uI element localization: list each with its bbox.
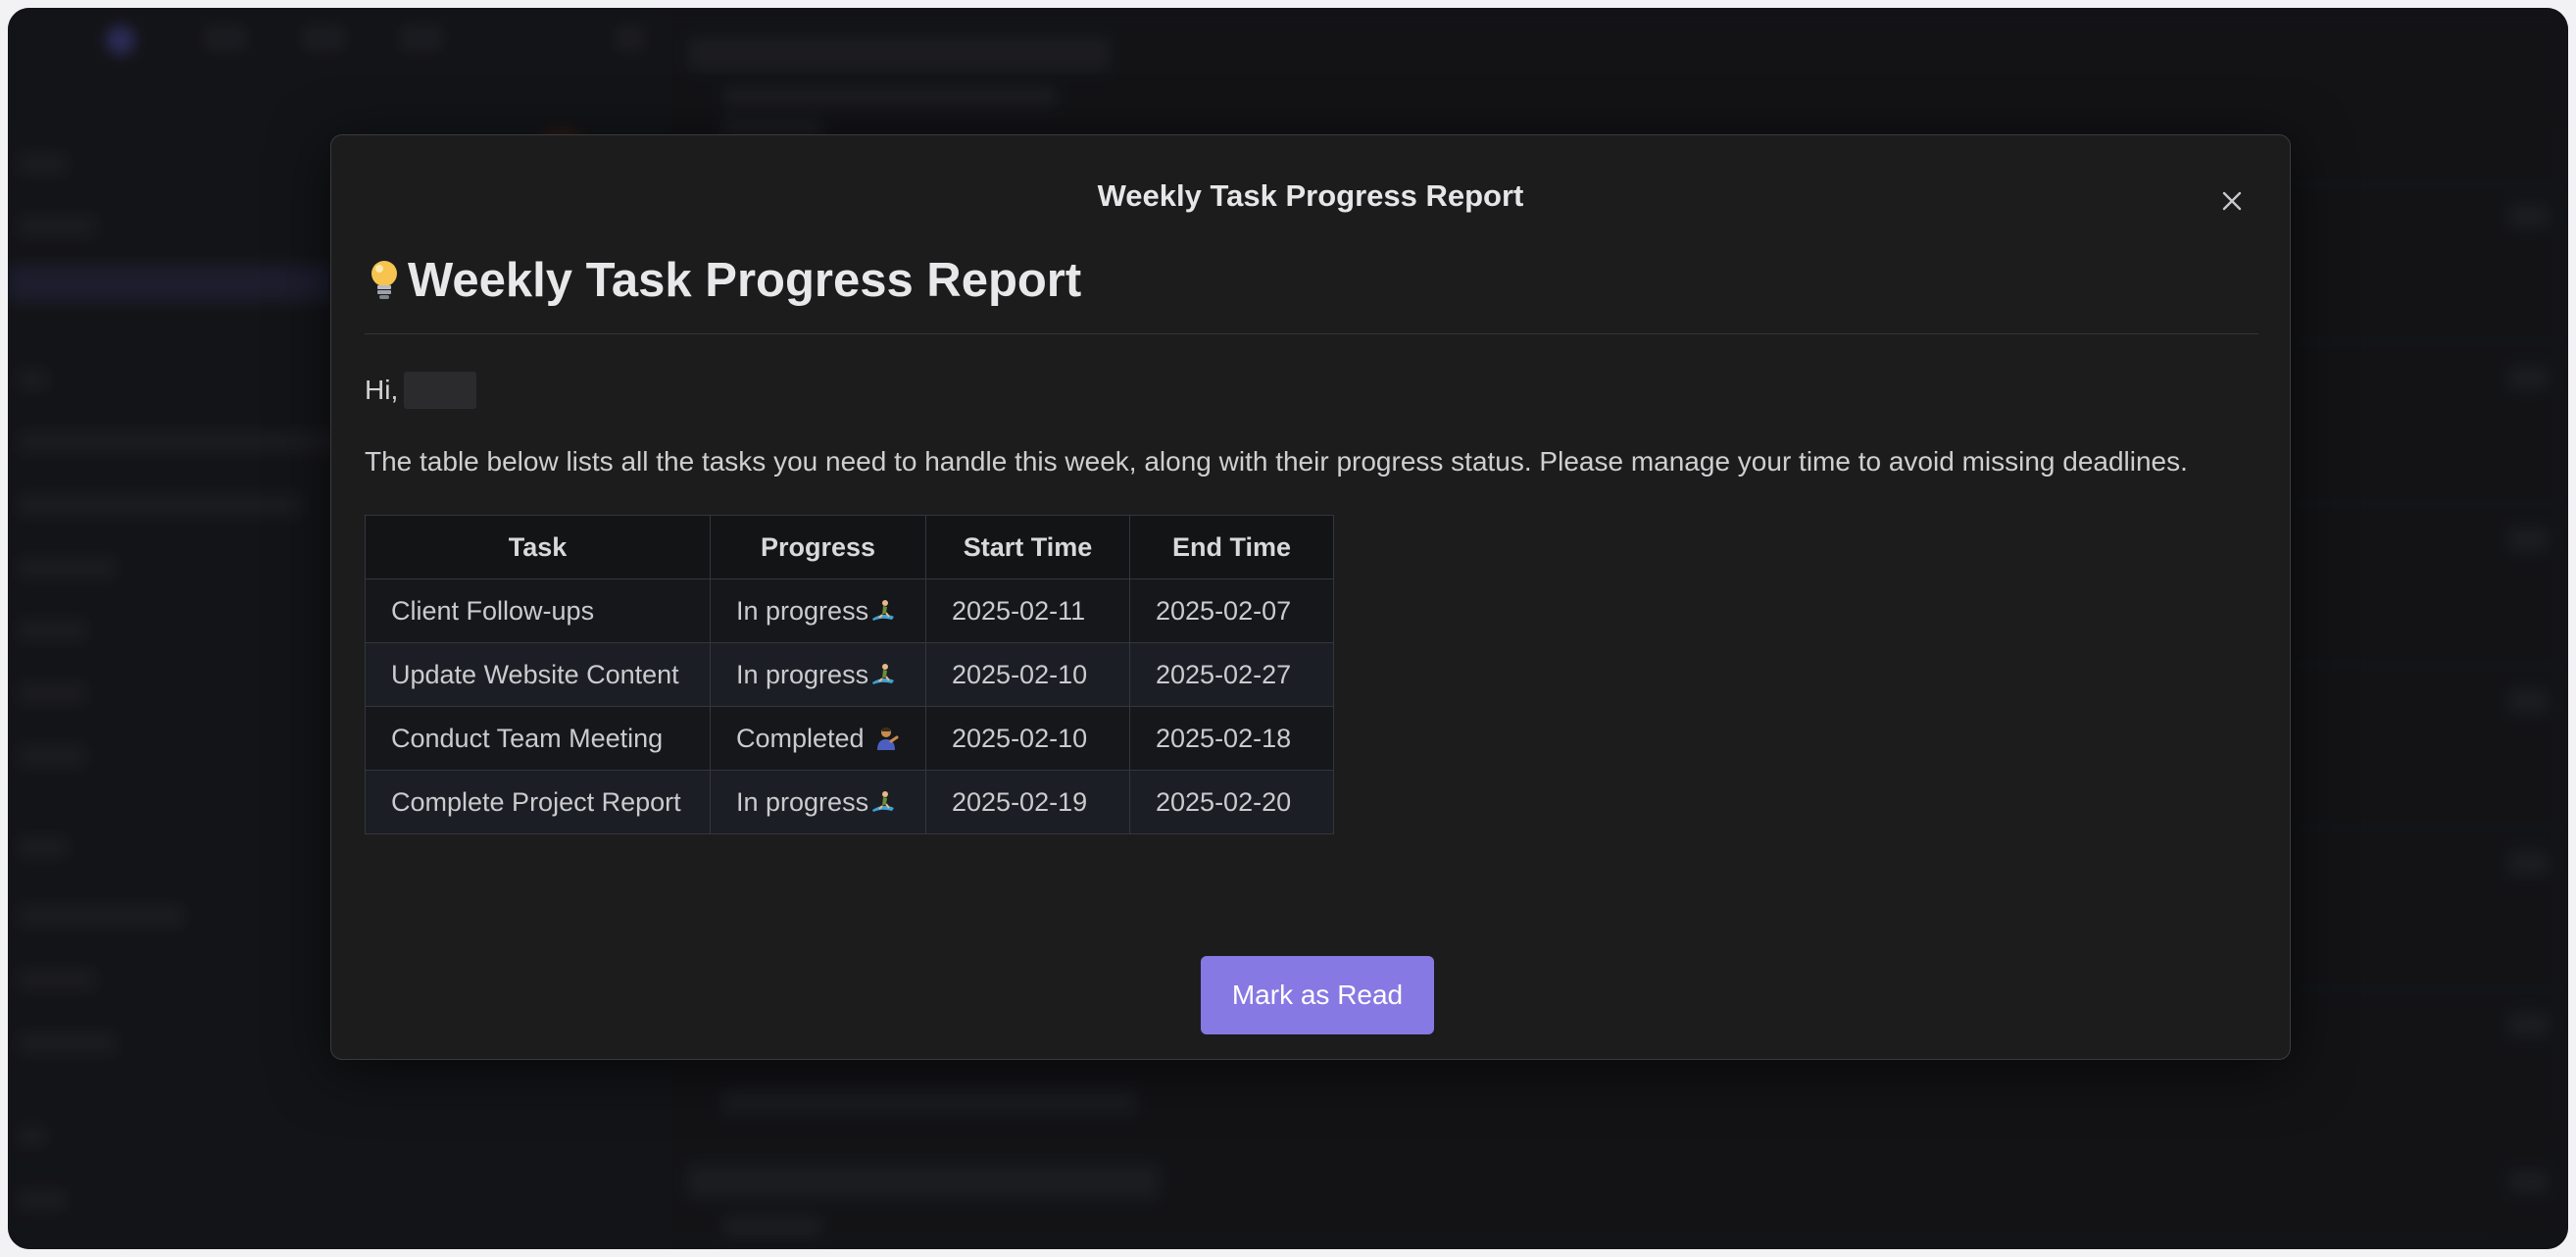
- surfer-emoji-icon: [872, 663, 895, 684]
- start-time-cell: 2025-02-10: [925, 706, 1130, 771]
- end-time-cell: 2025-02-27: [1129, 642, 1334, 707]
- report-modal: Weekly Task Progress Report Weekly Task …: [330, 134, 2291, 1060]
- progress-cell: In progress: [710, 642, 926, 707]
- task-cell: Complete Project Report: [365, 770, 711, 834]
- column-header-end-time: End Time: [1129, 515, 1334, 579]
- mark-as-read-button[interactable]: Mark as Read: [1201, 956, 1434, 1034]
- end-time-cell: 2025-02-18: [1129, 706, 1334, 771]
- progress-text: In progress: [736, 659, 869, 689]
- table-row: Complete Project Report In progress 2025…: [365, 770, 1334, 834]
- person-emoji-icon: [877, 727, 899, 750]
- start-time-cell: 2025-02-11: [925, 578, 1130, 643]
- progress-text: In progress: [736, 786, 869, 817]
- report-heading: Weekly Task Progress Report: [365, 253, 2258, 334]
- modal-content: Weekly Task Progress Report Hi, The tabl…: [365, 253, 2258, 834]
- progress-cell: In progress: [710, 770, 926, 834]
- table-row: Conduct Team Meeting Completed 2025-02-1…: [365, 706, 1334, 771]
- column-header-task: Task: [365, 515, 711, 579]
- task-cell: Client Follow-ups: [365, 578, 711, 643]
- task-cell: Update Website Content: [365, 642, 711, 707]
- modal-title: Weekly Task Progress Report: [1097, 178, 1524, 213]
- close-icon: [2222, 191, 2242, 211]
- task-table: Task Progress Start Time End Time Client…: [365, 515, 1334, 834]
- greeting-text: Hi,: [365, 375, 399, 405]
- progress-text: In progress: [736, 595, 869, 626]
- close-button[interactable]: [2217, 186, 2247, 216]
- surfer-emoji-icon: [872, 790, 895, 812]
- task-cell: Conduct Team Meeting: [365, 706, 711, 771]
- column-header-start-time: Start Time: [925, 515, 1130, 579]
- column-header-progress: Progress: [710, 515, 926, 579]
- end-time-cell: 2025-02-20: [1129, 770, 1334, 834]
- intro-text: The table below lists all the tasks you …: [365, 446, 2188, 477]
- surfer-emoji-icon: [872, 599, 895, 621]
- heading-text: Weekly Task Progress Report: [408, 254, 1082, 307]
- progress-text: Completed: [736, 723, 865, 753]
- lightbulb-icon: [372, 261, 397, 299]
- start-time-cell: 2025-02-10: [925, 642, 1130, 707]
- greeting: Hi,: [365, 372, 2258, 409]
- table-row: Update Website Content In progress 2025-…: [365, 642, 1334, 707]
- progress-cell: In progress: [710, 578, 926, 643]
- table-header-row: Task Progress Start Time End Time: [365, 515, 1334, 579]
- progress-cell: Completed: [710, 706, 926, 771]
- table-row: Client Follow-ups In progress 2025-02-11…: [365, 578, 1334, 643]
- end-time-cell: 2025-02-07: [1129, 578, 1334, 643]
- start-time-cell: 2025-02-19: [925, 770, 1130, 834]
- redacted-username: [404, 372, 477, 409]
